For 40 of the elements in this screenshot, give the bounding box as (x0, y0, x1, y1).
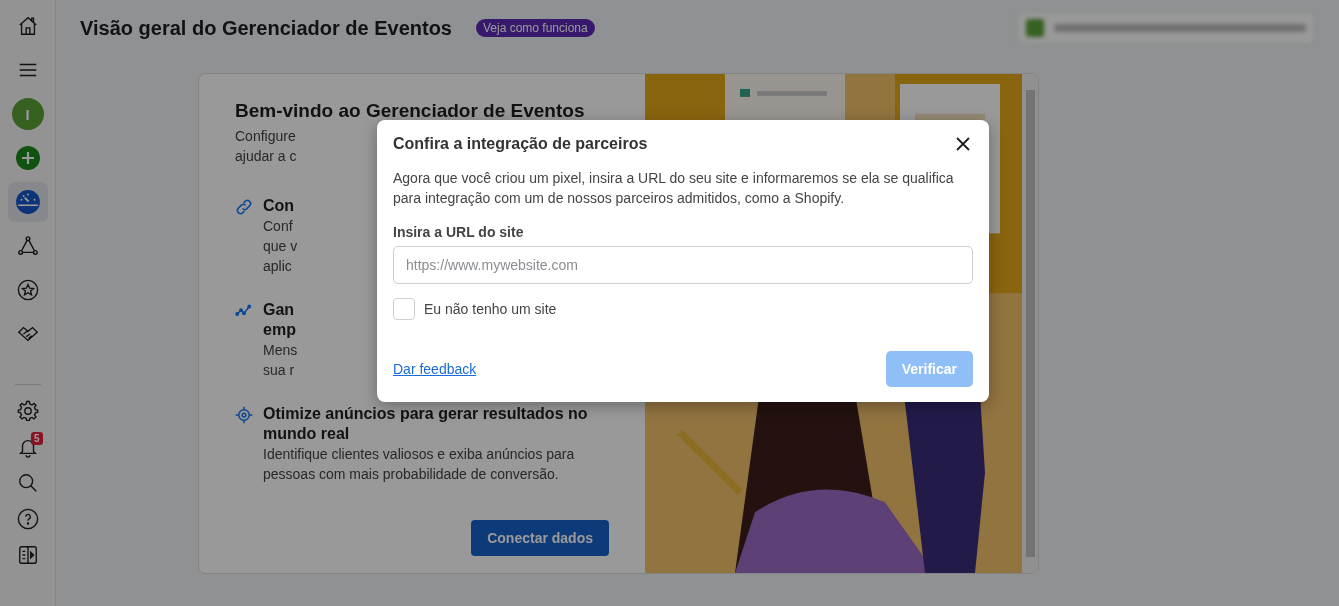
intro-text: Configure (235, 127, 296, 146)
feature-description: pessoas com mais probabilidade de conversão. (263, 465, 559, 484)
feature-title: emp (263, 320, 296, 340)
sidebar-item[interactable]: 5 (7, 429, 48, 465)
checkbox[interactable] (393, 298, 415, 320)
panel-toggle-icon (16, 544, 39, 566)
network-icon (16, 235, 39, 257)
scrollbar[interactable] (1025, 90, 1035, 557)
feature-title: mundo real (263, 424, 350, 444)
checkbox-label: Eu não tenho um site (424, 301, 557, 317)
url-input-field[interactable]: https://www.mywebsite.com (393, 246, 973, 284)
dialog-title: Confira a integração de parceiros (393, 135, 648, 153)
target-icon (235, 406, 253, 424)
feature-title: Con (263, 196, 295, 216)
search-icon (16, 472, 39, 494)
welcome-title: Bem-vindo ao Gerenciador de Eventos (235, 100, 586, 122)
how-it-works-link[interactable]: Veja como funciona (476, 19, 595, 37)
feature-title: Gan (263, 300, 295, 320)
dialog-description: Agora que você criou um pixel, insira a URL do seu site e informaremos se ela se qualifica para integração com um de nossos parceiros admitidos, como a Shopify. (393, 169, 955, 208)
page-title: Visão geral do Gerenciador de Eventos (80, 16, 452, 40)
home-icon (16, 15, 39, 37)
feedback-link[interactable]: Dar feedback (393, 361, 477, 377)
feature-title: Otimize anúncios para gerar resultados no (263, 404, 588, 424)
feature-description: Conf (263, 217, 293, 236)
feature-description: que v (263, 237, 298, 256)
sidebar-item[interactable] (7, 182, 48, 222)
intro-text: ajudar a c (235, 147, 297, 166)
connect-data-button[interactable]: Conectar dados (471, 520, 609, 556)
feature-description: aplic (263, 257, 292, 276)
plus-icon (15, 146, 40, 170)
feature-description: Identifique clientes valiosos e exiba anúncios para (263, 445, 575, 464)
notification-badge: 5 (30, 432, 43, 445)
gauge-icon (14, 189, 41, 215)
feature-description: Mens (263, 341, 298, 360)
field-label: Insira a URL do site (393, 224, 525, 240)
link-icon (235, 198, 253, 216)
help-icon (16, 508, 39, 530)
close-icon (955, 136, 971, 152)
feature-description: sua r (263, 361, 295, 380)
settings-icon (16, 400, 39, 422)
